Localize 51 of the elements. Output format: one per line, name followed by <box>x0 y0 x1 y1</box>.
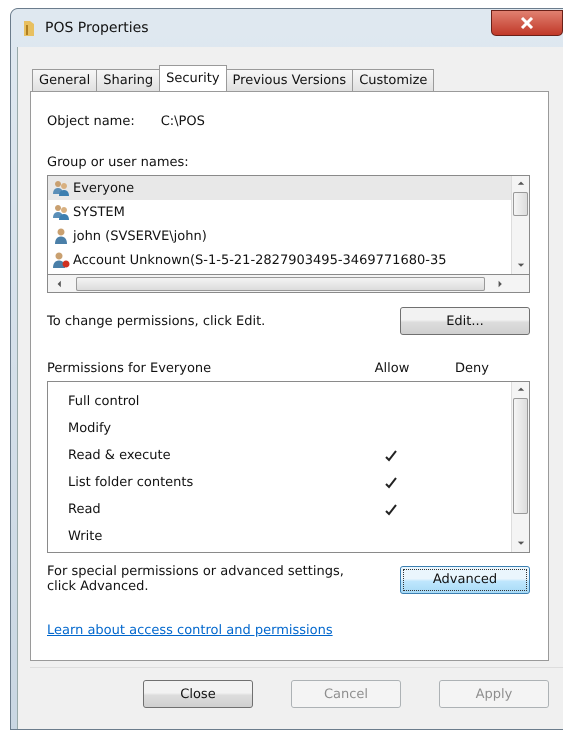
permission-name: Full control <box>68 394 140 409</box>
scroll-thumb[interactable] <box>513 192 528 216</box>
group-icon <box>52 204 70 220</box>
list-item[interactable]: SYSTEM <box>48 200 511 224</box>
edit-button[interactable]: Edit... <box>400 307 530 335</box>
permission-name: Read <box>68 502 102 517</box>
permission-name: List folder contents <box>68 475 194 490</box>
object-name-value: C:\POS <box>160 114 205 129</box>
hint-text: For special permissions or advanced settings, click Advanced. <box>47 565 345 595</box>
check-icon <box>384 476 398 490</box>
group-icon <box>52 180 70 196</box>
folder-icon <box>21 19 37 37</box>
user-icon <box>52 228 70 244</box>
check-icon <box>384 448 398 462</box>
user-name: SYSTEM <box>73 204 125 220</box>
field-label: Object name: <box>47 114 135 129</box>
hint-text: To change permissions, click Edit. <box>47 314 266 328</box>
tab[interactable]: General <box>32 69 98 91</box>
column-header: Allow <box>374 361 410 376</box>
scroll-up-arrow-icon[interactable] <box>516 180 524 188</box>
tab[interactable]: Sharing <box>96 69 160 91</box>
unknown-user-icon <box>52 252 70 268</box>
vertical-scrollbar[interactable] <box>511 176 529 274</box>
list-item[interactable]: john (SVSERVE\john) <box>48 224 511 248</box>
check-icon <box>384 502 398 516</box>
section-label: Group or user names: <box>47 155 190 170</box>
tab[interactable]: Customize <box>352 69 434 91</box>
scroll-left-arrow-icon[interactable] <box>56 280 64 288</box>
advanced-button[interactable]: Advanced <box>400 566 530 594</box>
horizontal-scrollbar[interactable] <box>47 275 530 293</box>
permission-name: Modify <box>68 421 112 436</box>
help-link[interactable]: Learn about access control and permissions <box>47 622 333 638</box>
user-name: Account Unknown(S-1-5-21-2827903495-3469771680-35 <box>73 252 446 268</box>
permission-name: Read & execute <box>68 448 172 463</box>
column-header: Deny <box>454 361 490 376</box>
user-name: Everyone <box>73 180 134 196</box>
scroll-thumb[interactable] <box>76 276 485 290</box>
user-name: john (SVSERVE\john) <box>73 228 207 244</box>
tab[interactable]: Previous Versions <box>226 69 354 91</box>
close-icon <box>520 17 534 29</box>
scroll-thumb[interactable] <box>513 398 528 514</box>
vertical-scrollbar[interactable] <box>511 382 529 552</box>
section-label: Permissions for Everyone <box>47 361 212 376</box>
list-item[interactable]: Everyone <box>48 176 511 200</box>
scroll-up-arrow-icon[interactable] <box>516 386 524 394</box>
close-button[interactable] <box>491 10 563 36</box>
permission-name: Write <box>68 529 104 544</box>
tab[interactable]: Security <box>159 65 227 91</box>
list-item[interactable]: Account Unknown(S-1-5-21-2827903495-3469771680-35 <box>48 248 511 272</box>
window-title: POS Properties <box>45 20 150 36</box>
dialog-button[interactable]: Close <box>143 680 253 708</box>
